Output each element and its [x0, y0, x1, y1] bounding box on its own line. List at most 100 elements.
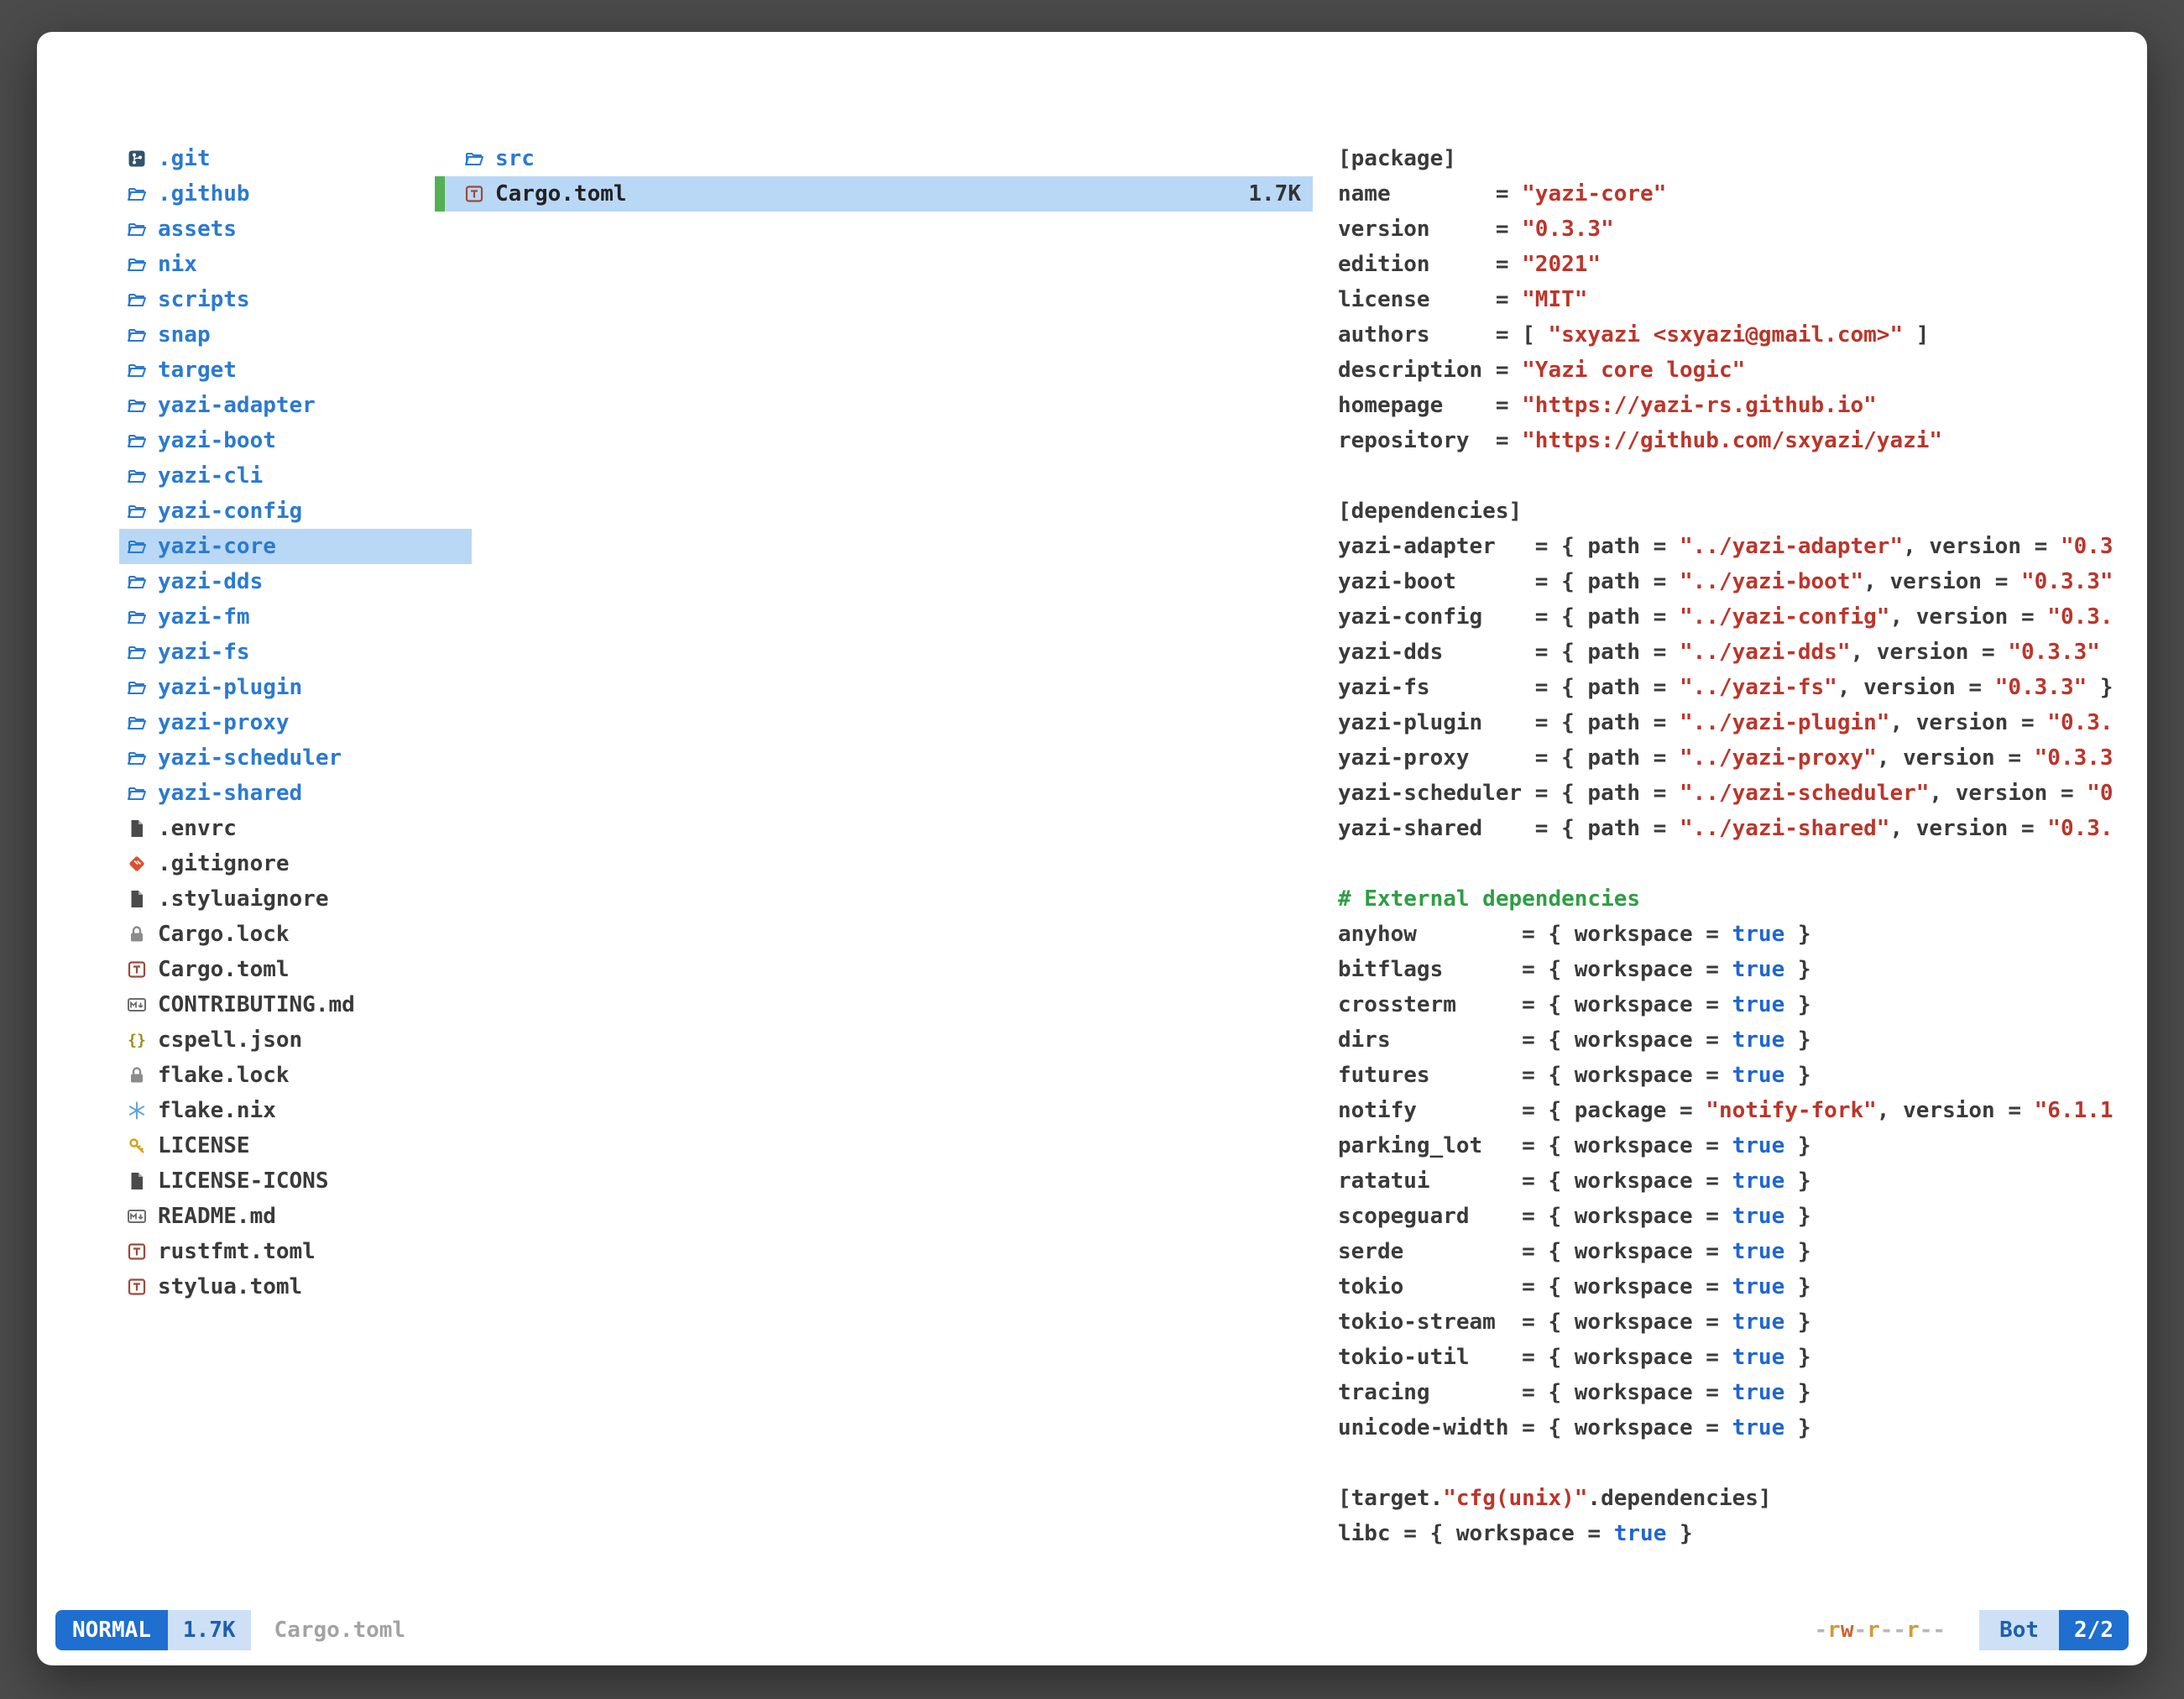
file-row[interactable]: LICENSE-ICONS [119, 1163, 472, 1199]
code-line: anyhow = { workspace = true } [1338, 917, 2120, 952]
yazi-window: .git .github assets nix scripts snap tar… [37, 32, 2147, 1665]
file-row[interactable]: snap [119, 317, 472, 353]
file-row[interactable]: {} cspell.json [119, 1022, 472, 1058]
folder-icon [126, 324, 148, 346]
code-token: "../yazi-adapter" [1680, 534, 1903, 559]
code-line: repository = "https://github.com/sxyazi/… [1338, 423, 2120, 458]
code-token: yazi-dds = { path = [1338, 640, 1680, 665]
status-filename: Cargo.toml [274, 1618, 406, 1643]
code-line: [dependencies] [1338, 494, 2120, 529]
file-label: yazi-dds [158, 569, 263, 594]
code-line: bitflags = { workspace = true } [1338, 952, 2120, 987]
code-token: true [1732, 922, 1785, 947]
file-row[interactable]: README.md [119, 1199, 472, 1234]
code-token: , version = [1837, 675, 1995, 700]
folder-icon [126, 218, 148, 240]
code-token: repository = [1338, 428, 1522, 453]
code-line: description = "Yazi core logic" [1338, 353, 2120, 388]
code-token: [package] [1338, 146, 1456, 171]
file-label: .gitignore [158, 851, 290, 876]
file-row[interactable]: yazi-core [119, 529, 472, 564]
code-token: } [1784, 1063, 1810, 1088]
file-label: LICENSE-ICONS [158, 1168, 329, 1194]
file-row[interactable]: assets [119, 212, 472, 247]
file-label: yazi-adapter [158, 393, 316, 418]
code-token: } [1784, 922, 1810, 947]
code-token: "../yazi-proxy" [1680, 745, 1877, 771]
file-row[interactable]: yazi-dds [119, 564, 472, 599]
code-token: , version = [1903, 534, 2061, 559]
file-row[interactable]: yazi-config [119, 494, 472, 529]
file-row[interactable]: yazi-plugin [119, 670, 472, 705]
code-token: "0.3.3" [2021, 569, 2113, 594]
code-token: scopeguard = { workspace = [1338, 1204, 1732, 1229]
file-row[interactable]: Cargo.toml [119, 952, 472, 987]
file-row[interactable]: stylua.toml [119, 1269, 472, 1304]
file-row[interactable]: .gitignore [119, 846, 472, 881]
file-row[interactable]: .github [119, 176, 472, 212]
code-token: yazi-adapter = { path = [1338, 534, 1680, 559]
file-row[interactable]: .styluaignore [119, 881, 472, 917]
file-row[interactable]: nix [119, 247, 472, 282]
code-token: true [1732, 1168, 1785, 1194]
file-row[interactable]: yazi-scheduler [119, 740, 472, 776]
toml-icon [463, 183, 485, 205]
file-row[interactable]: yazi-fm [119, 599, 472, 635]
file-row[interactable]: scripts [119, 282, 472, 317]
folder-icon [126, 254, 148, 275]
code-line: yazi-scheduler = { path = "../yazi-sched… [1338, 776, 2120, 811]
file-row[interactable]: yazi-adapter [119, 388, 472, 423]
file-row[interactable]: .envrc [119, 811, 472, 846]
folder-icon [126, 641, 148, 663]
code-line: yazi-fs = { path = "../yazi-fs", version… [1338, 670, 2120, 705]
code-token: ] [1903, 322, 1929, 348]
code-token: r [1906, 1618, 1920, 1643]
code-token: "0.3. [2047, 604, 2113, 630]
file-row[interactable]: yazi-fs [119, 635, 472, 670]
code-line: tokio-stream = { workspace = true } [1338, 1304, 2120, 1340]
code-token: serde = { workspace = [1338, 1239, 1732, 1264]
lock-icon [126, 923, 148, 945]
file-row[interactable]: yazi-shared [119, 776, 472, 811]
file-row[interactable]: target [119, 353, 472, 388]
file-row[interactable]: Cargo.lock [119, 917, 472, 952]
file-row[interactable]: LICENSE [119, 1128, 472, 1163]
file-label: .git [158, 146, 211, 171]
file-icon [126, 1170, 148, 1192]
folder-icon [126, 712, 148, 734]
folder-icon [126, 571, 148, 593]
code-token: } [1784, 992, 1810, 1017]
code-token: yazi-boot = { path = [1338, 569, 1680, 594]
file-size: 1.7K [1248, 181, 1301, 206]
code-line [1338, 1445, 2120, 1481]
code-token: true [1732, 1274, 1785, 1299]
code-line: # External dependencies [1338, 881, 2120, 917]
license-icon [126, 1135, 148, 1157]
code-token: edition = [1338, 252, 1522, 277]
file-row[interactable]: src [435, 141, 1313, 176]
code-token: } [1784, 1168, 1810, 1194]
file-row[interactable]: yazi-cli [119, 458, 472, 494]
file-row[interactable]: .git [119, 141, 472, 176]
file-label: yazi-fm [158, 604, 250, 630]
code-line: serde = { workspace = true } [1338, 1234, 2120, 1269]
file-row[interactable]: CONTRIBUTING.md [119, 987, 472, 1022]
file-row[interactable]: flake.nix [119, 1093, 472, 1128]
code-token: w [1841, 1618, 1854, 1643]
code-line: [package] [1338, 141, 2120, 176]
code-token: "0.3.3 [2035, 745, 2113, 771]
current-pane: src Cargo.toml 1.7K [435, 141, 1313, 212]
file-row[interactable]: Cargo.toml 1.7K [435, 176, 1313, 212]
file-row[interactable]: flake.lock [119, 1058, 472, 1093]
code-line: dirs = { workspace = true } [1338, 1022, 2120, 1058]
code-line [1338, 846, 2120, 881]
file-row[interactable]: yazi-proxy [119, 705, 472, 740]
file-row[interactable]: rustfmt.toml [119, 1234, 472, 1269]
code-token: true [1732, 1415, 1785, 1440]
file-row[interactable]: yazi-boot [119, 423, 472, 458]
code-token: true [1732, 1380, 1785, 1405]
code-line: yazi-config = { path = "../yazi-config",… [1338, 599, 2120, 635]
file-label: scripts [158, 287, 250, 312]
file-label: snap [158, 322, 211, 348]
code-token: } [1784, 1027, 1810, 1053]
